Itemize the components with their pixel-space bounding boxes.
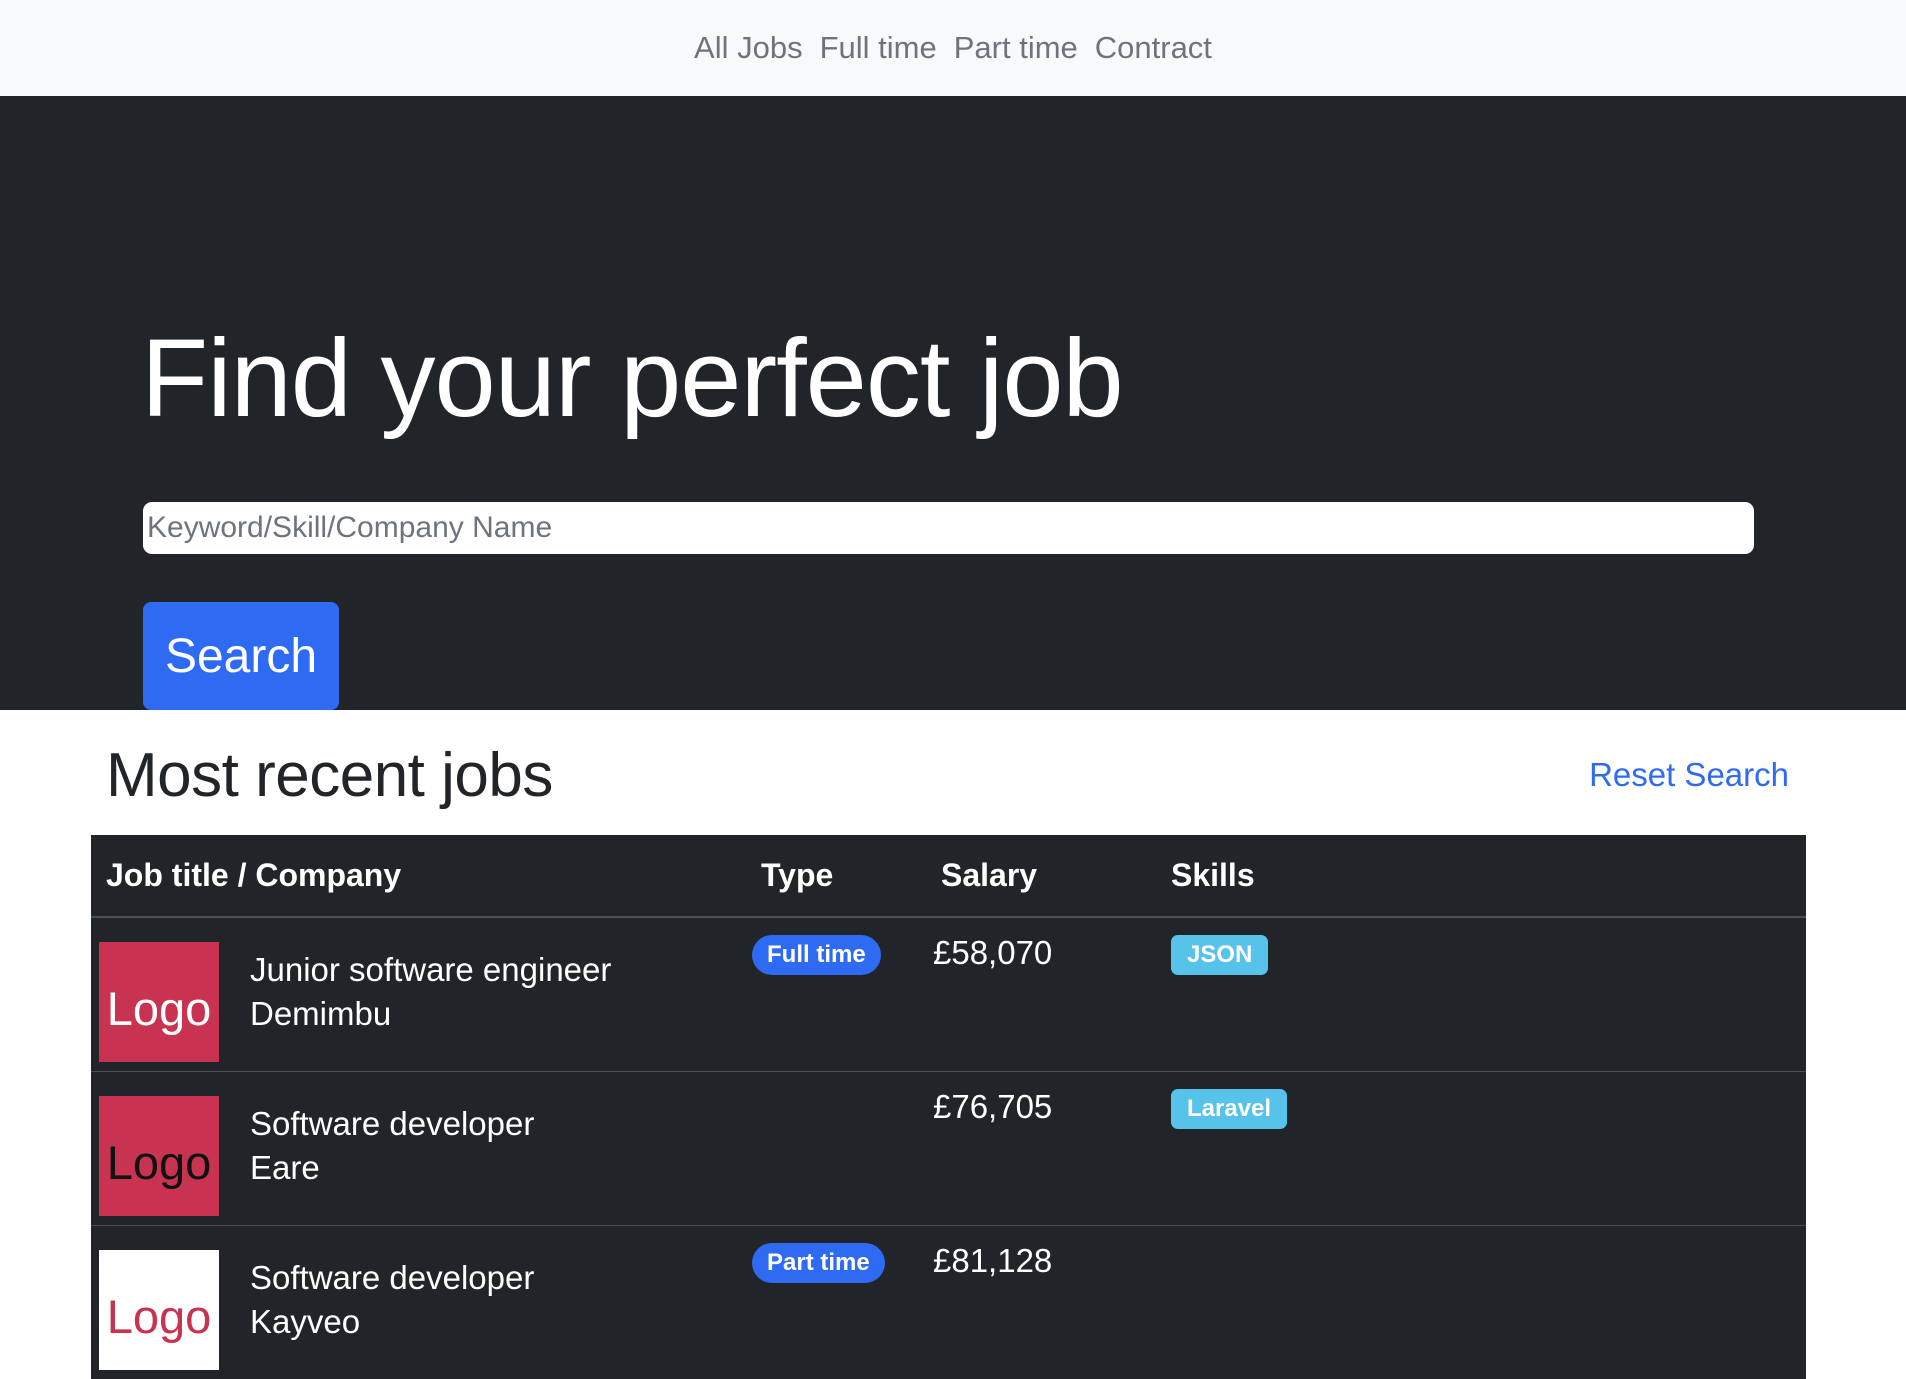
logo-text: Logo xyxy=(106,982,212,1035)
hero-section: Find your perfect job Search xyxy=(0,96,1906,710)
header-job-title: Job title / Company xyxy=(91,835,761,918)
recent-jobs-heading: Most recent jobs xyxy=(106,741,553,810)
hero-title: Find your perfect job xyxy=(141,317,1124,440)
table-row[interactable]: Logo Software developer Eare £76,705 Lar… xyxy=(91,1071,1806,1226)
company-name: Eare xyxy=(250,1148,320,1186)
company-logo: Logo xyxy=(99,1095,219,1216)
company-logo: Logo xyxy=(99,1249,219,1370)
table-row[interactable]: Logo Junior software engineer Demimbu Fu… xyxy=(91,917,1806,1072)
top-nav: All Jobs Full time Part time Contract xyxy=(0,0,1906,96)
header-skills: Skills xyxy=(1171,835,1806,918)
company-name: Demimbu xyxy=(250,995,392,1032)
nav-full-time[interactable]: Full time xyxy=(820,30,937,66)
job-type-badge: Full time xyxy=(752,935,881,975)
salary-value: £81,128 xyxy=(933,1241,1053,1279)
company-logo: Logo xyxy=(99,942,219,1062)
reset-search-link[interactable]: Reset Search xyxy=(1589,756,1789,794)
logo-text: Logo xyxy=(106,1289,212,1343)
nav-contract[interactable]: Contract xyxy=(1095,30,1212,66)
logo-text: Logo xyxy=(106,1135,212,1189)
company-name: Kayveo xyxy=(250,1302,361,1340)
job-title[interactable]: Software developer xyxy=(250,1256,534,1300)
nav-all-jobs[interactable]: All Jobs xyxy=(694,30,803,66)
salary-value: £76,705 xyxy=(933,1087,1053,1125)
salary-value: £58,070 xyxy=(933,934,1053,971)
search-input[interactable] xyxy=(143,502,1754,554)
job-title[interactable]: Software developer xyxy=(250,1102,534,1146)
job-type-badge: Part time xyxy=(752,1242,885,1283)
jobs-table: Job title / Company Type Salary Skills L… xyxy=(91,835,1806,1379)
table-row[interactable]: Logo Software developer Kayveo Part time… xyxy=(91,1225,1806,1379)
table-header-row: Job title / Company Type Salary Skills xyxy=(91,835,1806,918)
header-salary: Salary xyxy=(941,835,1171,918)
skill-badge: Laravel xyxy=(1171,1088,1288,1129)
recent-jobs-header: Most recent jobs Reset Search xyxy=(0,710,1906,835)
header-type: Type xyxy=(761,835,941,918)
nav-part-time[interactable]: Part time xyxy=(954,30,1078,66)
job-title[interactable]: Junior software engineer xyxy=(250,948,611,992)
search-button[interactable]: Search xyxy=(143,602,339,710)
skill-badge: JSON xyxy=(1171,935,1269,975)
